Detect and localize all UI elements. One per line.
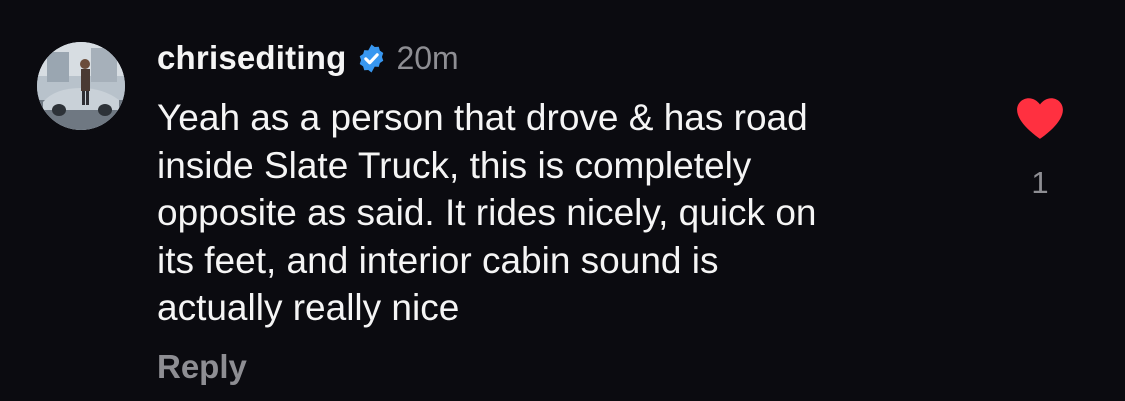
avatar[interactable] xyxy=(37,42,125,130)
avatar-photo xyxy=(37,42,125,130)
comment-text: Yeah as a person that drove & has road i… xyxy=(157,97,817,328)
username[interactable]: chrisediting xyxy=(157,39,346,77)
comment: chrisediting 20m Yeah as a person that d… xyxy=(0,0,1125,401)
reply-button[interactable]: Reply xyxy=(157,348,247,386)
heart-icon xyxy=(1017,98,1063,139)
comment-header: chrisediting 20m xyxy=(157,36,459,80)
verified-badge-icon xyxy=(356,43,387,74)
timestamp: 20m xyxy=(396,39,459,76)
like-count: 1 xyxy=(1031,165,1049,200)
like-button[interactable] xyxy=(1015,96,1065,140)
